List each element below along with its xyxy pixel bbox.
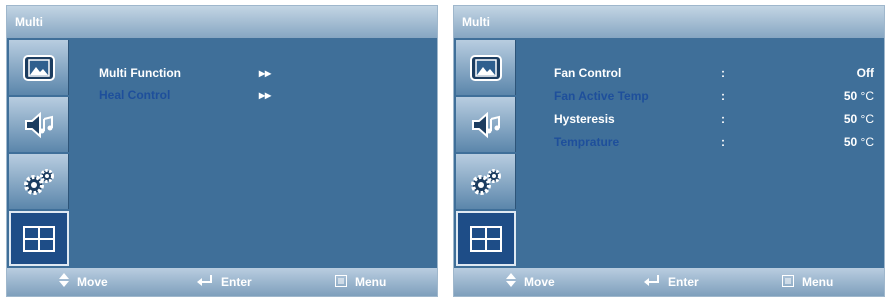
settings-gears-icon xyxy=(21,167,57,197)
setting-label: Temprature xyxy=(554,135,620,149)
footer-menu: Menu xyxy=(782,268,833,296)
menu-item-multi-function[interactable]: Multi Function ▸▸ xyxy=(99,62,299,84)
footer-enter: Enter xyxy=(644,268,699,296)
settings-content: Fan Control : Off Fan Active Temp : 50 °… xyxy=(524,40,876,266)
sidebar-item-settings[interactable] xyxy=(456,154,516,209)
setting-label: Fan Active Temp xyxy=(554,89,649,103)
sidebar-item-sound[interactable] xyxy=(9,97,69,152)
multi-menu-panel-right: Multi Fan Control : Off Fan Active Temp … xyxy=(453,5,885,297)
setting-separator: : xyxy=(721,135,725,149)
updown-arrows-icon xyxy=(506,269,516,297)
menu-item-heal-control[interactable]: Heal Control ▸▸ xyxy=(99,84,299,106)
updown-arrows-icon xyxy=(59,269,69,297)
picture-icon xyxy=(469,54,503,82)
panel-title: Multi xyxy=(454,6,884,38)
sidebar xyxy=(9,40,69,268)
enter-arrow-icon xyxy=(197,269,213,297)
sidebar xyxy=(456,40,516,268)
sound-icon xyxy=(22,110,56,140)
sidebar-item-sound[interactable] xyxy=(456,97,516,152)
sidebar-item-picture[interactable] xyxy=(9,40,69,95)
setting-separator: : xyxy=(721,112,725,126)
double-arrow-right-icon: ▸▸ xyxy=(259,66,272,80)
menu-icon xyxy=(782,269,794,297)
setting-fan-control[interactable]: Fan Control : Off xyxy=(554,62,874,84)
multi-menu-panel-left: Multi Multi Function ▸▸ Heal Control ▸▸ … xyxy=(6,5,438,297)
footer-menu-label: Menu xyxy=(355,275,387,289)
multi-window-icon xyxy=(469,225,503,253)
footer-move: Move xyxy=(506,268,555,296)
setting-temprature[interactable]: Temprature : 50 °C xyxy=(554,131,874,153)
picture-icon xyxy=(22,54,56,82)
menu-icon xyxy=(335,269,347,297)
sidebar-item-settings[interactable] xyxy=(9,154,69,209)
sidebar-item-multi[interactable] xyxy=(456,211,516,266)
sound-icon xyxy=(469,110,503,140)
footer-bar: Move Enter Menu xyxy=(7,268,437,296)
footer-move: Move xyxy=(59,268,108,296)
multi-window-icon xyxy=(22,225,56,253)
setting-separator: : xyxy=(721,89,725,103)
setting-value: Off xyxy=(856,66,874,80)
menu-item-label: Heal Control xyxy=(99,88,171,102)
setting-value: 50 °C xyxy=(843,135,874,149)
sidebar-item-multi[interactable] xyxy=(9,211,69,266)
setting-label: Fan Control xyxy=(554,66,622,80)
setting-hysteresis[interactable]: Hysteresis : 50 °C xyxy=(554,108,874,130)
setting-value: 50 °C xyxy=(843,89,874,103)
sidebar-item-picture[interactable] xyxy=(456,40,516,95)
settings-gears-icon xyxy=(468,167,504,197)
footer-move-label: Move xyxy=(77,275,108,289)
enter-arrow-icon xyxy=(644,269,660,297)
setting-label: Hysteresis xyxy=(554,112,615,126)
menu-item-label: Multi Function xyxy=(99,66,181,80)
footer-move-label: Move xyxy=(524,275,555,289)
setting-value: 50 °C xyxy=(843,112,874,126)
footer-menu: Menu xyxy=(335,268,386,296)
footer-enter: Enter xyxy=(197,268,252,296)
menu-content: Multi Function ▸▸ Heal Control ▸▸ xyxy=(77,40,429,266)
footer-enter-label: Enter xyxy=(668,275,699,289)
footer-menu-label: Menu xyxy=(802,275,834,289)
setting-separator: : xyxy=(721,66,725,80)
setting-fan-active-temp[interactable]: Fan Active Temp : 50 °C xyxy=(554,85,874,107)
double-arrow-right-icon: ▸▸ xyxy=(259,88,272,102)
footer-bar: Move Enter Menu xyxy=(454,268,884,296)
panel-title: Multi xyxy=(7,6,437,38)
footer-enter-label: Enter xyxy=(221,275,252,289)
